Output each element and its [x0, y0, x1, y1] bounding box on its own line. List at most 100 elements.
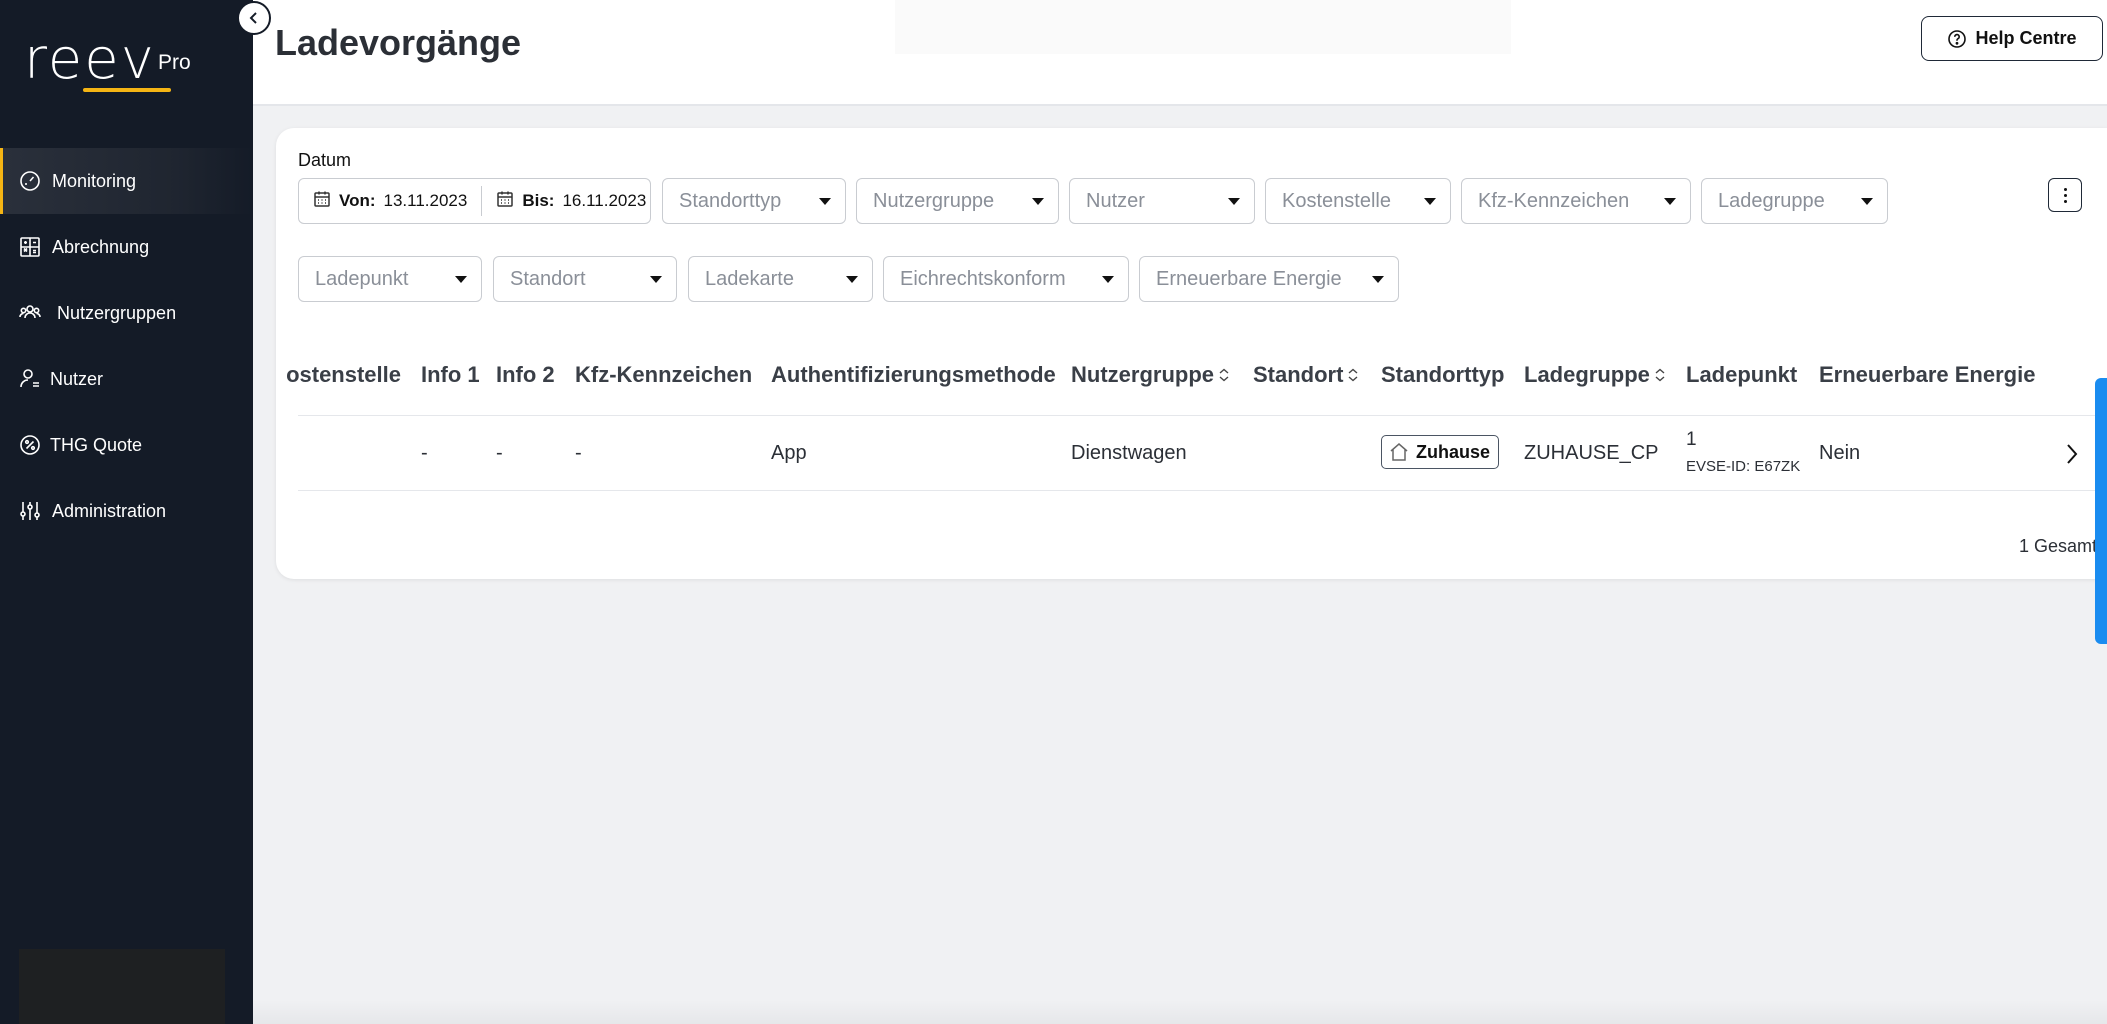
standorttyp-badge: Zuhause [1381, 435, 1500, 469]
column-label: Ladepunkt [1686, 362, 1798, 387]
column-header-kostenstelle[interactable]: ostenstelle [276, 362, 401, 388]
user-icon [18, 367, 42, 391]
filter-ladepunkt[interactable]: Ladepunkt [298, 256, 482, 302]
filter-ladegruppe[interactable]: Ladegruppe [1701, 178, 1888, 224]
collapse-sidebar-button[interactable] [237, 1, 271, 35]
sidebar-item-nutzer[interactable]: Nutzer [0, 346, 253, 412]
sidebar-item-label: Nutzergruppen [57, 302, 177, 323]
cell-info1: - [421, 442, 428, 464]
caret-down-icon [1372, 276, 1384, 283]
cell-kfz: - [575, 442, 582, 464]
filter-label: Nutzergruppe [873, 189, 995, 212]
sidebar-item-administration[interactable]: Administration [0, 478, 253, 544]
caret-down-icon [846, 276, 858, 283]
filter-label: Ladekarte [705, 267, 794, 290]
sidebar-item-abrechnung[interactable]: Abrechnung [0, 214, 253, 280]
caret-down-icon [1032, 198, 1044, 205]
date-from[interactable]: Von: 13.11.2023 [299, 186, 467, 216]
badge-label: Zuhause [1416, 441, 1491, 462]
sidebar-item-thg-quote[interactable]: THG Quote [0, 412, 253, 478]
filter-label: Kfz-Kennzeichen [1478, 189, 1630, 212]
page-title: Ladevorgänge [275, 22, 522, 63]
caret-down-icon [1228, 198, 1240, 205]
sort-icon[interactable] [1218, 362, 1230, 388]
caret-down-icon [1664, 198, 1676, 205]
sort-icon[interactable] [1347, 362, 1359, 388]
filter-ladekarte[interactable]: Ladekarte [688, 256, 873, 302]
logo-pro-badge: Pro [158, 51, 191, 74]
table-total-count: 1 Gesamt [2019, 536, 2098, 556]
date-from-value: 13.11.2023 [383, 191, 468, 210]
column-header-kfz[interactable]: Kfz-Kennzeichen [575, 362, 752, 388]
filter-nutzer[interactable]: Nutzer [1069, 178, 1255, 224]
sidebar-item-label: Abrechnung [52, 236, 150, 257]
filter-label: Standorttyp [679, 189, 782, 212]
sidebar-footer-panel [19, 949, 225, 1024]
sidebar-item-nutzergruppen[interactable]: Nutzergruppen [0, 280, 253, 346]
filter-standort[interactable]: Standort [493, 256, 677, 302]
sidebar-item-label: Monitoring [52, 170, 137, 191]
filter-eichrechtskonform[interactable]: Eichrechtskonform [883, 256, 1129, 302]
more-options-button[interactable] [2048, 178, 2082, 212]
percent-badge-icon [18, 433, 42, 457]
cell-evse-id: EVSE-ID: E67ZK [1686, 458, 1801, 475]
table-row-divider [298, 490, 2107, 491]
sidebar-nav: Monitoring Abrechnung Nutzergruppen Nutz… [0, 148, 253, 544]
filter-kfz-kennzeichen[interactable]: Kfz-Kennzeichen [1461, 178, 1691, 224]
chevron-left-icon [249, 12, 257, 24]
filter-kostenstelle[interactable]: Kostenstelle [1265, 178, 1451, 224]
column-label: Erneuerbare Energie [1819, 362, 2036, 387]
column-header-ladegruppe[interactable]: Ladegruppe [1524, 362, 1666, 388]
logo-underline [83, 88, 171, 92]
page-header: Ladevorgänge Help Centre [253, 0, 2107, 106]
sort-icon[interactable] [1654, 362, 1666, 388]
caret-down-icon [1861, 198, 1873, 205]
caret-down-icon [1102, 276, 1114, 283]
column-header-standorttyp[interactable]: Standorttyp [1381, 362, 1504, 388]
filter-nutzergruppe[interactable]: Nutzergruppe [856, 178, 1059, 224]
sidebar-item-label: Administration [52, 500, 167, 521]
cell-nutzergruppe: Dienstwagen [1071, 442, 1187, 464]
column-label: ostenstelle [286, 362, 401, 387]
gauge-icon [18, 169, 42, 193]
column-header-info2[interactable]: Info 2 [496, 362, 555, 388]
calculator-icon [18, 235, 42, 259]
filter-label: Ladegruppe [1718, 189, 1825, 212]
column-header-nutzergruppe[interactable]: Nutzergruppe [1071, 362, 1230, 388]
help-centre-button[interactable]: Help Centre [1921, 16, 2103, 61]
date-from-label: Von: [339, 191, 376, 210]
reev-logo[interactable]: reev Pro [24, 27, 191, 92]
column-header-auth[interactable]: Authentifizierungsmethode [771, 362, 1056, 388]
header-placeholder [895, 0, 1511, 54]
filter-standorttyp[interactable]: Standorttyp [662, 178, 846, 224]
filter-erneuerbare-energie[interactable]: Erneuerbare Energie [1139, 256, 1399, 302]
chevron-right-icon[interactable] [2060, 440, 2084, 473]
column-label: Info 2 [496, 362, 555, 387]
sidebar-item-label: Nutzer [50, 368, 104, 389]
column-header-erneuerbare-energie[interactable]: Erneuerbare Energie [1819, 362, 2035, 388]
table-header-divider [298, 415, 2107, 416]
caret-down-icon [650, 276, 662, 283]
help-centre-label: Help Centre [1975, 28, 2077, 48]
charging-sessions-card: Datum Von: 13.11.2023 Bis: 16.11.2023 St… [276, 128, 2107, 579]
caret-down-icon [455, 276, 467, 283]
question-circle-icon [1948, 29, 1967, 48]
date-to[interactable]: Bis: 16.11.2023 [481, 186, 646, 216]
column-label: Info 1 [421, 362, 480, 387]
logo-text: reev [24, 27, 156, 92]
column-label: Kfz-Kennzeichen [575, 362, 753, 387]
bottom-fade [253, 1000, 2107, 1024]
caret-down-icon [1424, 198, 1436, 205]
column-header-standort[interactable]: Standort [1253, 362, 1359, 388]
filter-label: Kostenstelle [1282, 189, 1391, 212]
filter-label: Nutzer [1086, 189, 1145, 212]
cell-info2: - [496, 442, 503, 464]
sidebar-item-monitoring[interactable]: Monitoring [0, 148, 253, 214]
date-to-value: 16.11.2023 [562, 191, 647, 210]
column-header-ladepunkt[interactable]: Ladepunkt [1686, 362, 1797, 388]
sliders-icon [18, 499, 42, 523]
column-label: Ladegruppe [1524, 362, 1650, 387]
date-range-picker[interactable]: Von: 13.11.2023 Bis: 16.11.2023 [298, 178, 651, 224]
column-header-info1[interactable]: Info 1 [421, 362, 480, 388]
feedback-side-tab[interactable] [2095, 378, 2107, 644]
